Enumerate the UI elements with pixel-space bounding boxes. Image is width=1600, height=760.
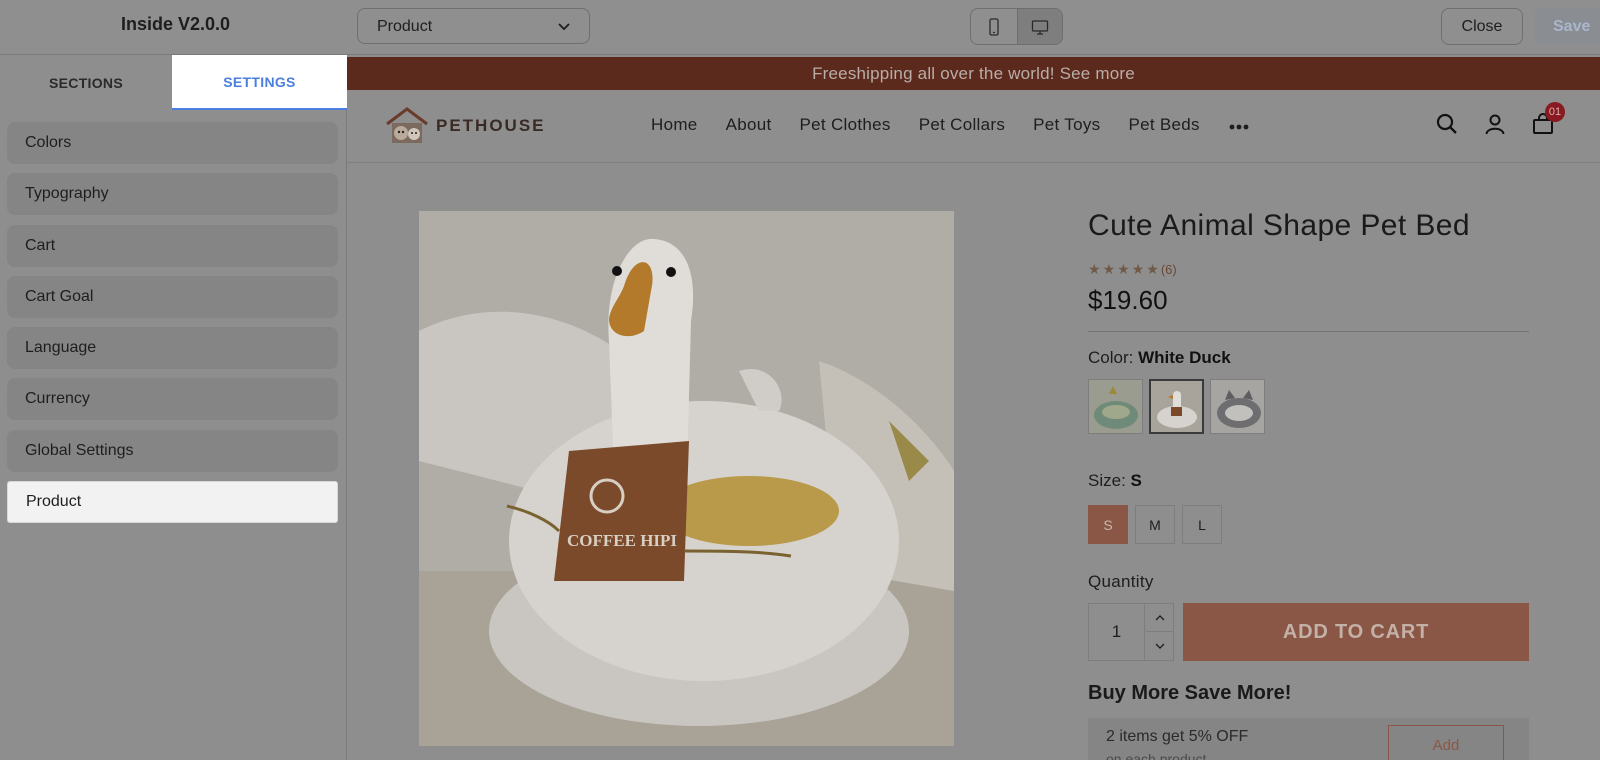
store-preview: Freeshipping all over the world! See mor… — [347, 55, 1600, 760]
quantity-stepper: 1 — [1088, 603, 1174, 661]
swatch-white-duck[interactable] — [1149, 379, 1204, 434]
star-icon: ★ — [1102, 261, 1116, 277]
tab-sections[interactable]: SECTIONS — [0, 55, 172, 110]
settings-item-language[interactable]: Language — [7, 327, 338, 370]
size-label: Size: S — [1088, 471, 1142, 491]
apron-text: COFFEE HIPI — [567, 531, 677, 550]
nav-pet-clothes[interactable]: Pet Clothes — [800, 115, 891, 137]
size-label-text: Size: — [1088, 471, 1126, 490]
settings-item-cart-goal[interactable]: Cart Goal — [7, 275, 338, 318]
product-image[interactable]: COFFEE HIPI — [419, 211, 954, 746]
product-price: $19.60 — [1088, 285, 1168, 315]
device-toggle — [970, 8, 1063, 45]
logo-text: PETHOUSE — [436, 116, 546, 135]
color-label-text: Color: — [1088, 348, 1134, 367]
cart-button[interactable]: 01 — [1531, 102, 1565, 136]
panel-tabs: SECTIONS SETTINGS — [0, 55, 347, 110]
more-icon[interactable] — [1228, 117, 1250, 137]
bundle-offer-subtext: on each product — [1106, 751, 1207, 760]
product-title: Cute Animal Shape Pet Bed — [1088, 209, 1470, 242]
color-value: White Duck — [1138, 348, 1231, 367]
size-option-s[interactable]: S — [1088, 505, 1128, 544]
nav-pet-collars[interactable]: Pet Collars — [919, 115, 1005, 137]
rating-count: (6) — [1160, 262, 1177, 277]
settings-item-global-settings[interactable]: Global Settings — [7, 429, 338, 472]
quantity-input[interactable]: 1 — [1089, 604, 1145, 660]
store-logo[interactable]: PETHOUSE — [384, 106, 546, 146]
nav-about[interactable]: About — [726, 115, 772, 137]
pethouse-logo-icon — [386, 107, 428, 143]
size-options: S M L — [1088, 505, 1222, 544]
settings-list: Colors Typography Cart Cart Goal Languag… — [7, 122, 338, 532]
bundle-offer-text: 2 items get 5% OFF — [1106, 728, 1249, 745]
quantity-decrease-button[interactable] — [1146, 632, 1174, 660]
mobile-view-button[interactable] — [971, 9, 1017, 44]
duck-bed-illustration: COFFEE HIPI — [419, 211, 954, 746]
editor-topbar: Inside V2.0.0 Product Close Save — [0, 0, 1600, 55]
green-bed-thumbnail — [1089, 380, 1142, 433]
main-nav: Home About Pet Clothes Pet Collars Pet T… — [651, 115, 1250, 137]
settings-panel: SECTIONS SETTINGS Colors Typography Cart… — [0, 55, 347, 760]
chevron-down-icon — [558, 23, 570, 31]
page-select[interactable]: Product — [357, 8, 590, 44]
star-icon: ★ — [1146, 261, 1159, 277]
duck-bed-thumbnail — [1151, 381, 1202, 432]
app-title: Inside V2.0.0 — [121, 14, 231, 34]
save-button[interactable]: Save — [1534, 8, 1600, 45]
product-rating[interactable]: ★ ★ ★ ★ ★ (6) — [1088, 261, 1177, 278]
size-option-l[interactable]: L — [1182, 505, 1222, 544]
store-header: PETHOUSE Home About Pet Clothes Pet Coll… — [347, 90, 1600, 163]
nav-pet-toys[interactable]: Pet Toys — [1033, 115, 1100, 137]
desktop-icon — [1031, 19, 1048, 35]
nav-home[interactable]: Home — [651, 115, 698, 137]
quantity-increase-button[interactable] — [1146, 604, 1174, 632]
bundle-add-button[interactable]: Add — [1388, 725, 1504, 760]
search-icon[interactable] — [1435, 112, 1459, 136]
settings-item-cart[interactable]: Cart — [7, 224, 338, 267]
tab-settings[interactable]: SETTINGS — [172, 55, 347, 110]
bundle-title: Buy More Save More! — [1088, 682, 1292, 704]
settings-item-product[interactable]: Product — [7, 481, 338, 524]
announcement-bar[interactable]: Freeshipping all over the world! See mor… — [347, 57, 1600, 90]
size-option-m[interactable]: M — [1135, 505, 1175, 544]
desktop-view-button[interactable] — [1016, 9, 1062, 44]
price-divider — [1088, 331, 1529, 332]
size-value: S — [1130, 471, 1142, 490]
cart-count-badge: 01 — [1545, 102, 1565, 122]
close-button[interactable]: Close — [1441, 8, 1523, 45]
settings-item-colors[interactable]: Colors — [7, 122, 338, 164]
quantity-label: Quantity — [1088, 572, 1154, 591]
color-swatches — [1088, 379, 1265, 434]
swatch-green-dino[interactable] — [1088, 379, 1143, 434]
user-icon[interactable] — [1483, 112, 1507, 136]
bundle-offer: 2 items get 5% OFF on each product Add — [1088, 718, 1529, 760]
star-icon: ★ — [1131, 261, 1145, 277]
grey-bed-thumbnail — [1211, 380, 1264, 433]
settings-item-currency[interactable]: Currency — [7, 378, 338, 421]
swatch-grey-cat[interactable] — [1210, 379, 1265, 434]
star-icon: ★ — [1117, 261, 1130, 277]
chevron-down-icon — [1155, 643, 1165, 649]
page-select-value: Product — [377, 18, 433, 35]
mobile-icon — [989, 17, 999, 36]
chevron-up-icon — [1155, 614, 1165, 620]
color-label: Color: White Duck — [1088, 348, 1231, 368]
nav-pet-beds[interactable]: Pet Beds — [1128, 115, 1199, 137]
header-icons: 01 — [1435, 102, 1565, 136]
star-icon: ★ — [1088, 261, 1101, 277]
settings-item-typography[interactable]: Typography — [7, 173, 338, 216]
add-to-cart-button[interactable]: ADD TO CART — [1183, 603, 1529, 661]
